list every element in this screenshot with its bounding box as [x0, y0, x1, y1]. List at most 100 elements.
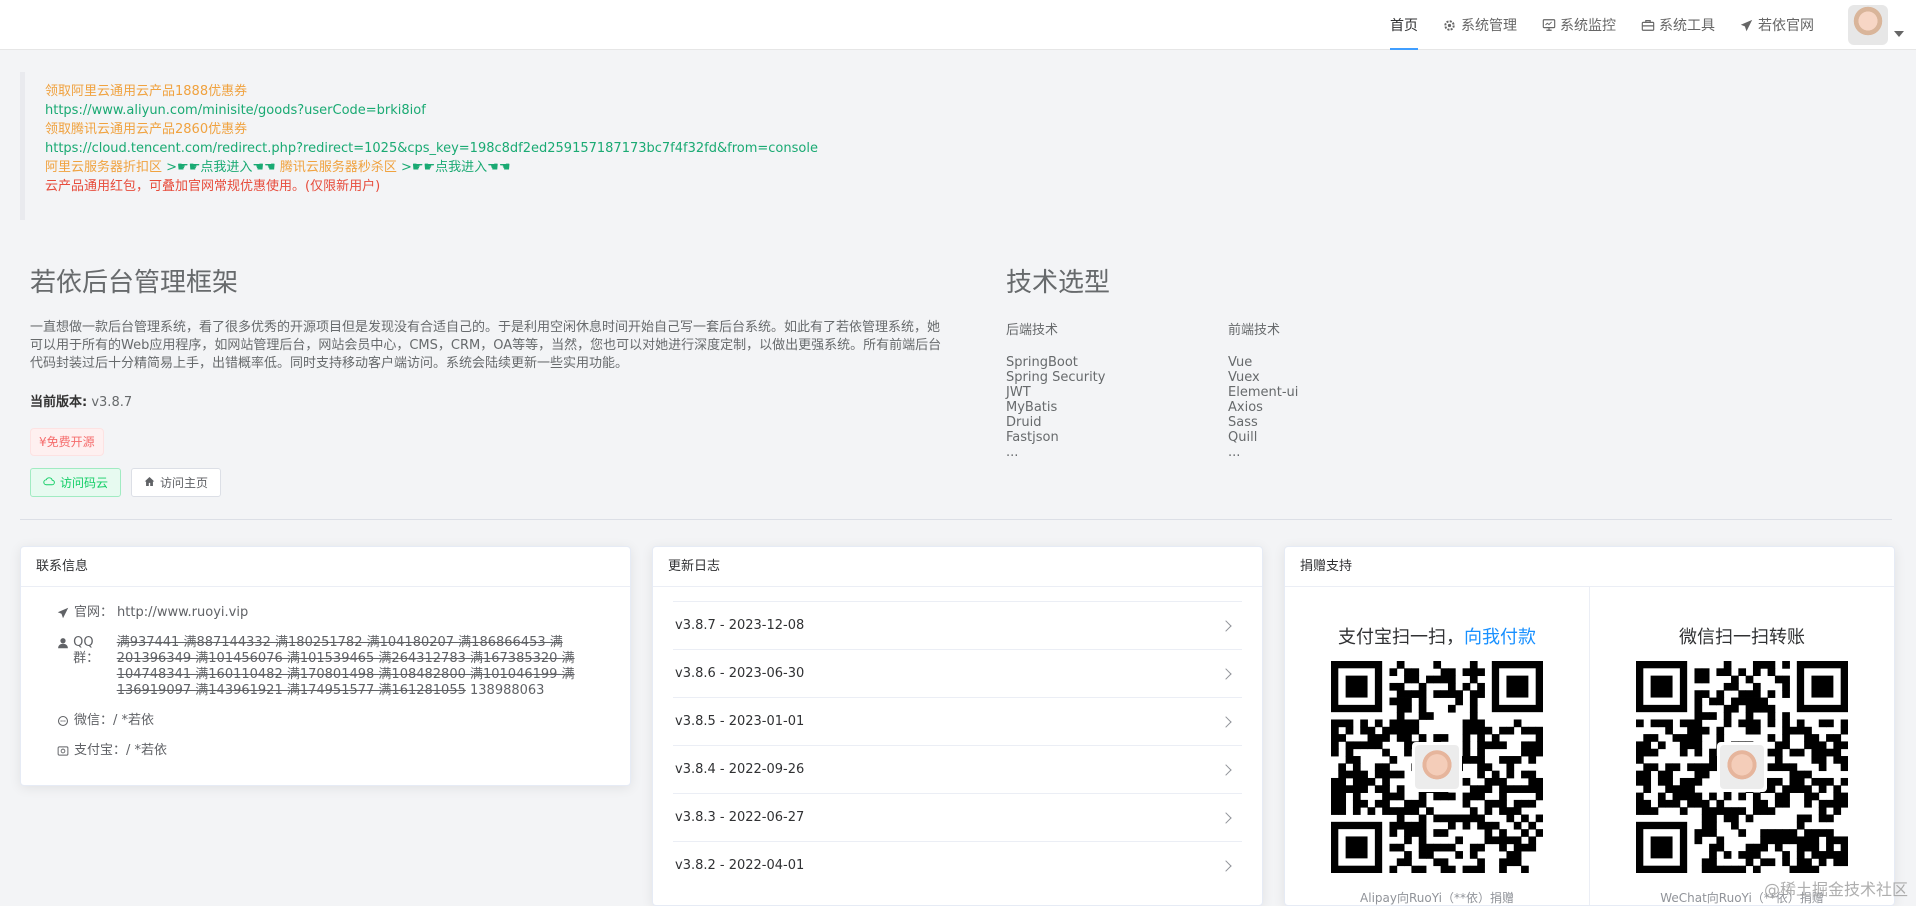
backend-title: 后端技术	[1006, 323, 1059, 338]
alipay-title-highlight: 向我付款	[1464, 627, 1536, 648]
changelog-card-header: 更新日志	[653, 547, 1262, 587]
changelog-item[interactable]: v3.8.6 - 2023-06-30	[673, 649, 1242, 697]
changelog-item[interactable]: v3.8.7 - 2023-12-08	[673, 601, 1242, 649]
changelog-item-title: v3.8.5 - 2023-01-01	[675, 714, 805, 729]
list-item: Vue	[1228, 355, 1253, 370]
money-icon	[56, 744, 70, 758]
changelog-item[interactable]: v3.8.2 - 2022-04-01	[673, 841, 1242, 889]
tencent-coupon-text: 领取腾讯云通用云产品2860优惠券	[45, 122, 248, 137]
paper-plane-icon	[56, 606, 70, 620]
donate-card-body: 支付宝扫一扫，向我付款 Alipay向RuoYi（**依）捐赠 微信扫一扫转账 …	[1285, 587, 1894, 905]
qr-center-avatar	[1717, 742, 1767, 792]
changelog-item-title: v3.8.3 - 2022-06-27	[675, 810, 805, 825]
chevron-right-icon	[1220, 859, 1232, 872]
list-item: Druid	[1006, 415, 1042, 430]
contact-site-row: 官网： http://www.ruoyi.vip	[56, 605, 595, 621]
visit-home-button[interactable]: 访问主页	[131, 468, 222, 497]
intro-section: 若依后台管理框架 一直想做一款后台管理系统，看了很多优秀的开源项目但是发现没有合…	[30, 262, 950, 497]
contact-alipay-row: 支付宝： / *若依	[56, 743, 595, 759]
top-menu: 首页 系统管理 系统监控 系统工具 若依官网	[1378, 0, 1826, 50]
tech-stack-section: 技术选型 后端技术 SpringBoot Spring Security JWT…	[1006, 262, 1466, 460]
alipay-caption: Alipay向RuoYi（**依）捐赠	[1360, 891, 1514, 905]
menu-item-label: 若依官网	[1758, 18, 1814, 34]
top-navbar: 首页 系统管理 系统监控 系统工具 若依官网	[0, 0, 1916, 50]
gear-icon	[1442, 18, 1457, 33]
alipay-qr-column: 支付宝扫一扫，向我付款 Alipay向RuoYi（**依）捐赠	[1285, 587, 1590, 905]
changelog-item-title: v3.8.6 - 2023-06-30	[675, 666, 805, 681]
changelog-item[interactable]: v3.8.5 - 2023-01-01	[673, 697, 1242, 745]
chat-bubble-icon	[56, 714, 70, 728]
qq-group-active: 138988063	[470, 683, 545, 698]
page-title: 若依后台管理框架	[30, 268, 239, 298]
tech-columns: 后端技术 SpringBoot Spring Security JWT MyBa…	[1006, 319, 1466, 460]
changelog-list: v3.8.7 - 2023-12-08 v3.8.6 - 2023-06-30 …	[653, 587, 1262, 889]
list-item: ...	[1006, 445, 1019, 460]
intro-buttons: 访问码云 访问主页	[30, 468, 950, 497]
home-icon	[144, 476, 155, 490]
contact-card-header: 联系信息	[21, 547, 630, 587]
wechat-qr-title: 微信扫一扫转账	[1679, 627, 1805, 648]
list-item: JWT	[1006, 385, 1031, 400]
list-item: Quill	[1228, 430, 1258, 445]
avatar[interactable]	[1848, 5, 1888, 45]
list-item: Vuex	[1228, 370, 1260, 385]
contact-qq-row: QQ群： 满937441 满887144332 满180251782 满1041…	[56, 635, 595, 699]
chevron-right-icon	[1220, 619, 1232, 632]
list-item: Sass	[1228, 415, 1258, 430]
site-label: 官网：	[74, 605, 114, 620]
menu-item-system[interactable]: 系统管理	[1430, 0, 1529, 50]
visit-gitee-label: 访问码云	[60, 476, 109, 490]
aliyun-server-link[interactable]: >☛☛点我进入☚☚	[166, 160, 276, 175]
list-item: MyBatis	[1006, 400, 1058, 415]
contact-wechat-row: 微信： / *若依	[56, 713, 595, 729]
version-line: 当前版本: v3.8.7	[30, 391, 950, 410]
changelog-card: 更新日志 v3.8.7 - 2023-12-08 v3.8.6 - 2023-0…	[652, 546, 1263, 906]
menu-item-home[interactable]: 首页	[1378, 0, 1430, 50]
frontend-list: Vue Vuex Element-ui Axios Sass Quill ...	[1228, 355, 1450, 460]
tencent-server-link[interactable]: >☛☛点我进入☚☚	[401, 160, 511, 175]
user-icon	[56, 636, 69, 650]
list-item: SpringBoot	[1006, 355, 1078, 370]
changelog-item[interactable]: v3.8.4 - 2022-09-26	[673, 745, 1242, 793]
wechat-qr-column: 微信扫一扫转账 WeChat向RuoYi（**依）捐赠	[1590, 587, 1894, 905]
aliyun-coupon-link[interactable]: https://www.aliyun.com/minisite/goods?us…	[45, 101, 1896, 120]
contact-card: 联系信息 官网： http://www.ruoyi.vip QQ群： 满9374…	[20, 546, 631, 786]
server-discount-row: 阿里云服务器折扣区 >☛☛点我进入☚☚ 腾讯云服务器秒杀区 >☛☛点我进入☚☚	[45, 158, 1896, 177]
chevron-right-icon	[1220, 763, 1232, 776]
list-item: Axios	[1228, 400, 1263, 415]
section-divider	[20, 519, 1892, 520]
list-item: ...	[1228, 445, 1241, 460]
list-item: Fastjson	[1006, 430, 1059, 445]
visit-gitee-button[interactable]: 访问码云	[30, 468, 122, 497]
changelog-item[interactable]: v3.8.3 - 2022-06-27	[673, 793, 1242, 841]
list-item: Element-ui	[1228, 385, 1299, 400]
qq-groups: 满937441 满887144332 满180251782 满104180207…	[117, 635, 595, 699]
site-link[interactable]: http://www.ruoyi.vip	[117, 605, 248, 621]
alipay-qr-title: 支付宝扫一扫，向我付款	[1338, 623, 1536, 648]
visit-home-label: 访问主页	[160, 476, 209, 490]
menu-item-label: 系统工具	[1659, 18, 1715, 34]
user-avatar-dropdown[interactable]	[1848, 5, 1904, 45]
menu-item-monitor[interactable]: 系统监控	[1529, 0, 1628, 50]
caret-down-icon	[1894, 31, 1904, 37]
backend-column: 后端技术 SpringBoot Spring Security JWT MyBa…	[1006, 319, 1228, 460]
intro-description: 一直想做一款后台管理系统，看了很多优秀的开源项目但是发现没有合适自己的。于是利用…	[30, 320, 942, 371]
qr-center-avatar	[1412, 742, 1462, 792]
tech-stack-title: 技术选型	[1006, 268, 1111, 298]
wechat-value: / *若依	[113, 713, 155, 728]
aliyun-coupon-text: 领取阿里云通用云产品1888优惠券	[45, 84, 248, 99]
frontend-column: 前端技术 Vue Vuex Element-ui Axios Sass Quil…	[1228, 319, 1450, 460]
version-label: 当前版本:	[30, 395, 88, 410]
cloud-icon	[43, 475, 55, 490]
alipay-label: 支付宝：	[74, 743, 127, 758]
paper-plane-icon	[1739, 18, 1754, 33]
changelog-item-title: v3.8.2 - 2022-04-01	[675, 858, 805, 873]
changelog-item-title: v3.8.4 - 2022-09-26	[675, 762, 805, 777]
menu-item-tools[interactable]: 系统工具	[1628, 0, 1727, 50]
promo-block: 领取阿里云通用云产品1888优惠券 https://www.aliyun.com…	[20, 72, 1916, 220]
tencent-coupon-link[interactable]: https://cloud.tencent.com/redirect.php?r…	[45, 139, 1896, 158]
donate-card: 捐赠支持 支付宝扫一扫，向我付款 Alipay向RuoYi（**依）捐赠 微信扫…	[1284, 546, 1895, 906]
qq-label: QQ群：	[73, 635, 100, 666]
wechat-qr-code	[1636, 661, 1848, 873]
menu-item-official-site[interactable]: 若依官网	[1727, 0, 1826, 50]
